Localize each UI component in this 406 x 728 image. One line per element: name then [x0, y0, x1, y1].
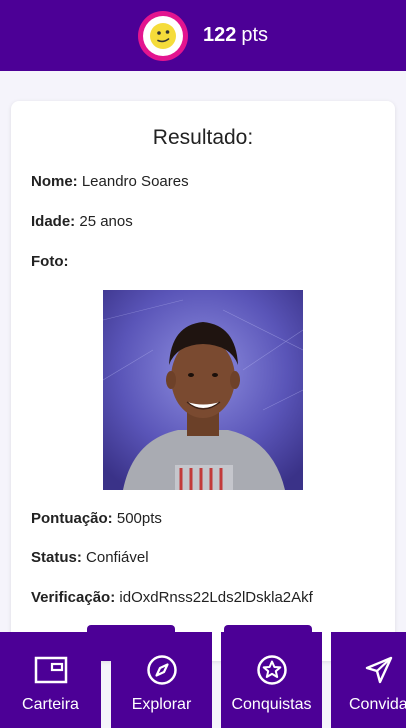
age-row: Idade: 25 anos [31, 213, 133, 230]
compass-icon [146, 655, 177, 685]
nav-label-conquistas: Conquistas [231, 696, 312, 713]
wallet-icon [34, 656, 67, 684]
nav-item-conquistas[interactable]: Conquistas [221, 632, 322, 728]
send-icon [365, 656, 393, 684]
photo-label: Foto: [31, 253, 69, 270]
photo-row: Foto: [31, 253, 68, 270]
status-value: Confiável [86, 549, 149, 566]
star-badge-icon [256, 655, 287, 685]
nav-label-carteira: Carteira [22, 696, 79, 713]
nav-item-convidar[interactable]: Convidar [331, 632, 406, 728]
name-row: Nome: Leandro Soares [31, 173, 189, 190]
profile-photo [103, 290, 303, 490]
score-value: 500pts [116, 510, 162, 527]
name-label: Nome: [31, 173, 78, 190]
nav-item-explorar[interactable]: Explorar [111, 632, 212, 728]
result-title: Resultado: [152, 126, 254, 149]
nav-item-carteira[interactable]: Carteira [0, 632, 101, 728]
name-value: Leandro Soares [81, 173, 189, 190]
age-label: Idade: [31, 213, 76, 230]
nav-label-convidar: Convidar [349, 696, 406, 713]
avatar-frame [142, 15, 183, 56]
points-unit: pts [241, 24, 269, 46]
verification-label: Verificação: [31, 589, 116, 606]
nav-label-explorar: Explorar [131, 696, 192, 713]
points-display: 122 pts [203, 24, 268, 47]
status-row: Status: Confiável [31, 549, 149, 566]
result-card: Resultado: Nome: Leandro Soares Idade: 2… [11, 101, 395, 661]
score-row: Pontuação: 500pts [31, 510, 162, 527]
top-header: 122 pts [0, 0, 406, 71]
verification-row: Verificação: idOxdRnss22Lds2lDskla2Akf [31, 589, 313, 606]
smiley-icon [149, 22, 176, 49]
bottom-nav: Carteira Explorar Conquistas Convidar [0, 632, 406, 728]
age-value: 25 anos [79, 213, 133, 230]
points-value: 122 [202, 24, 237, 46]
verification-value: idOxdRnss22Lds2lDskla2Akf [119, 589, 313, 606]
status-label: Status: [31, 549, 82, 566]
avatar[interactable] [137, 10, 188, 61]
score-label: Pontuação: [31, 510, 113, 527]
